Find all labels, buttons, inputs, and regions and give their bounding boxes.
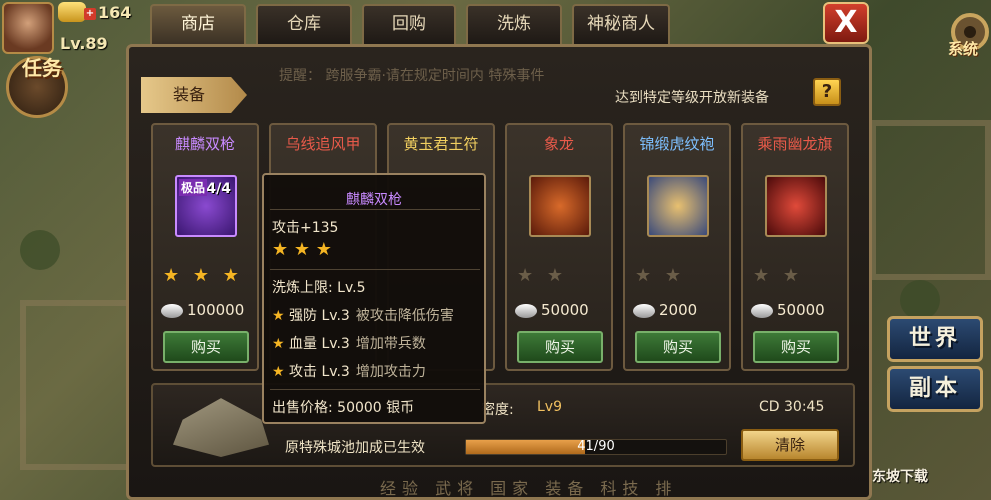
item-name: 麒麟双枪 [174,135,235,153]
plus-icon[interactable]: + [84,8,96,20]
divider [270,209,480,210]
item-tooltip: 麒麟双枪 攻击+135 ★ ★ ★ 洗炼上限: Lv.5 ★ 强防 Lv.3 被攻… [262,173,486,424]
tab-buyback[interactable]: 回购 [362,4,456,44]
item-name: 锦缎虎纹袍 [639,135,715,153]
help-button[interactable]: ? [813,78,841,106]
star-icon: ★ [272,308,285,324]
system-label: 系统 [948,40,979,58]
item-card[interactable]: 麒麟双枪 极品 4/4 ★ ★ ★ 100000 购买 [151,123,259,371]
tooltip-effect: ★ 攻击 Lv.3 增加攻击力 [272,364,426,380]
clear-button[interactable]: 清除 [741,429,839,461]
map-tree [900,280,940,320]
progress-bar: 41/90 [465,439,727,455]
buy-button[interactable]: 购买 [635,331,721,363]
robe-icon [647,175,709,237]
star-rating: ★ ★ ★ [163,265,243,286]
city-fortress-icon [173,398,269,457]
gold-ingot-icon [58,2,86,22]
grade-count: 4/4 [206,181,231,197]
watermark: 东坡下载 [872,469,928,485]
shop-panel: 提醒： 跨服争霸·请在规定时间内 特殊事件 装备 达到特定等级开放新装备 ? 麒… [126,44,872,500]
item-card[interactable]: 乘雨幽龙旗 ★ ★ 50000 购买 [741,123,849,371]
item-name: 乌线追风甲 [285,135,361,153]
tab-refine[interactable]: 洗炼 [466,4,562,44]
notice-text: 提醒： 跨服争霸·请在规定时间内 特殊事件 [279,68,545,84]
silver-coin-icon [515,303,537,318]
twin-spear-icon: 极品 4/4 [175,175,237,237]
item-price: 50000 [515,301,589,319]
buy-button[interactable]: 购买 [517,331,603,363]
star-rating: ★ ★ [635,265,685,286]
tooltip-effect: ★ 强防 Lv.3 被攻击降低伤害 [272,308,454,324]
item-name: 黄玉君王符 [403,135,479,153]
item-card[interactable]: 锦缎虎纹袍 ★ ★ 2000 购买 [623,123,731,371]
city-status-bar: 原特殊城池加成已生效 密度: Lv9 CD 30:45 41/90 清除 [151,383,855,467]
item-price: 2000 [633,301,697,319]
category-tab-equipment[interactable]: 装备 [141,77,247,113]
map-wall [20,300,140,470]
item-name: 乘雨幽龙旗 [757,135,833,153]
star-icon: ★ [272,336,285,352]
tooltip-effect: ★ 血量 Lv.3 增加带兵数 [272,336,426,352]
avatar[interactable] [2,2,54,54]
item-price: 50000 [751,301,825,319]
silver-coin-icon [751,303,773,318]
unlock-hint: 达到特定等级开放新装备 [615,90,769,106]
silver-coin-icon [633,303,655,318]
player-level: Lv.89 [60,34,108,53]
divider [270,389,480,390]
tooltip-title: 麒麟双枪 [346,192,402,208]
gold-value: 164 [98,3,132,22]
star-rating: ★ ★ [753,265,803,286]
star-icon: ★ [272,364,285,380]
bottom-menu-text: 经验 武将 国家 装备 科技 排 [380,479,678,498]
tab-shop[interactable]: 商店 [150,4,246,44]
close-button[interactable]: X [823,2,869,44]
cooldown-timer: CD 30:45 [759,399,825,415]
prosperity-level: Lv9 [537,399,562,415]
tooltip-refine-limit: 洗炼上限: Lv.5 [272,280,366,296]
tab-mystery-merchant[interactable]: 神秘商人 [572,4,670,44]
item-price: 100000 [161,301,244,319]
tooltip-attack: 攻击+135 [272,220,339,236]
banner-icon [765,175,827,237]
silver-coin-icon [161,303,183,318]
city-bonus-text: 原特殊城池加成已生效 [285,440,425,456]
dragon-horse-icon [529,175,591,237]
task-label: 任务 [22,56,62,80]
map-wall [870,120,991,280]
tab-warehouse[interactable]: 仓库 [256,4,352,44]
divider [270,269,480,270]
buy-button[interactable]: 购买 [163,331,249,363]
progress-text: 41/90 [577,439,615,454]
item-card[interactable]: 象龙 ★ ★ 50000 购买 [505,123,613,371]
instance-button[interactable]: 副本 [887,366,983,412]
tooltip-sell-price: 出售价格: 50000 银币 [272,400,415,416]
map-tree [20,230,60,270]
buy-button[interactable]: 购买 [753,331,839,363]
world-button[interactable]: 世界 [887,316,983,362]
tooltip-stars: ★ ★ ★ [272,239,332,260]
star-rating: ★ ★ [517,265,567,286]
grade-badge: 极品 [179,179,208,196]
item-name: 象龙 [543,135,574,153]
